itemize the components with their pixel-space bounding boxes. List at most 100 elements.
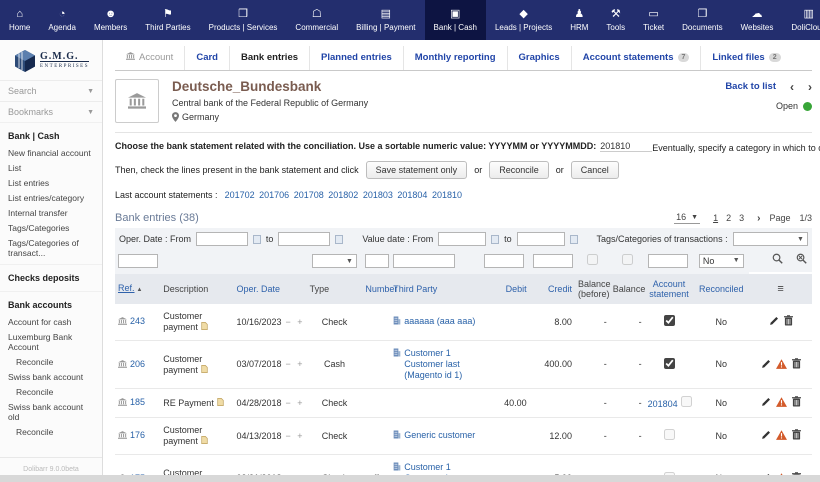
sidebar-item-reconcile[interactable]: Reconcile <box>0 354 102 369</box>
type-filter-select[interactable]: ▼ <box>312 254 357 268</box>
calendar-icon[interactable] <box>491 235 499 244</box>
menu-commercial[interactable]: ☖Commercial <box>286 0 347 40</box>
bill-icon[interactable] <box>201 436 208 446</box>
tab-account[interactable]: Account <box>115 46 184 70</box>
page-link-3[interactable]: 3 <box>739 213 744 223</box>
menu-home[interactable]: ⌂Home <box>0 0 39 40</box>
statement-filter-input[interactable] <box>648 254 688 268</box>
column-select-icon[interactable]: ≡ <box>777 283 783 295</box>
statement-link-201706[interactable]: 201706 <box>259 190 289 200</box>
tab-monthly-reporting[interactable]: Monthly reporting <box>403 46 507 70</box>
ref-link[interactable]: 243 <box>130 316 145 326</box>
sidebar-item-internal-transfer[interactable]: Internal transfer <box>0 205 102 220</box>
statement-checkbox[interactable] <box>664 429 675 440</box>
tab-planned-entries[interactable]: Planned entries <box>309 46 403 70</box>
calendar-icon[interactable] <box>253 235 261 244</box>
date-adjust-links[interactable]: − + <box>286 317 305 327</box>
column-header-account-statement[interactable]: Account statement <box>645 274 694 304</box>
sidebar-item-list-entries-category[interactable]: List entries/category <box>0 190 102 205</box>
clear-filters-icon[interactable] <box>796 253 807 266</box>
sidebar-item-list-entries[interactable]: List entries <box>0 175 102 190</box>
date-adjust-links[interactable]: − + <box>286 398 305 408</box>
bill-icon[interactable] <box>201 322 208 332</box>
statement-link-201810[interactable]: 201810 <box>432 190 462 200</box>
tags-filter-select[interactable]: ▼ <box>733 232 808 246</box>
sidebar-item-new-financial-account[interactable]: New financial account <box>0 145 102 160</box>
menu-members[interactable]: ☻Members <box>85 0 136 40</box>
statement-checkbox[interactable] <box>664 315 675 326</box>
search-icon[interactable] <box>772 253 783 266</box>
column-header-credit[interactable]: Credit <box>530 274 575 304</box>
menu-third-parties[interactable]: ⚑Third Parties <box>136 0 199 40</box>
previous-record-arrow[interactable]: ‹ <box>790 82 794 92</box>
reconciled-filter-select[interactable]: No▼ <box>699 254 744 268</box>
statement-link-201804[interactable]: 201804 <box>397 190 427 200</box>
menu-ticket[interactable]: ▭Ticket <box>634 0 673 40</box>
sidebar-item-luxemburg-bank-account[interactable]: Luxemburg Bank Account <box>0 329 102 354</box>
ref-link[interactable]: 185 <box>130 397 145 407</box>
column-header-ref[interactable]: Ref.▲ <box>115 274 160 304</box>
statement-checkbox[interactable] <box>681 396 692 407</box>
page-link-2[interactable]: 2 <box>726 213 731 223</box>
trash-icon[interactable] <box>784 315 793 329</box>
ref-link[interactable]: 176 <box>130 430 145 440</box>
statement-link-201708[interactable]: 201708 <box>294 190 324 200</box>
save-statement-only-button[interactable]: Save statement only <box>366 161 468 179</box>
menu-bank-cash[interactable]: ▣Bank | Cash <box>425 0 486 40</box>
calendar-icon[interactable] <box>335 235 343 244</box>
third-party-link[interactable]: Generic customer <box>404 430 475 441</box>
cancel-button[interactable]: Cancel <box>571 161 619 179</box>
menu-billing-payment[interactable]: ▤Billing | Payment <box>347 0 424 40</box>
calendar-icon[interactable] <box>570 235 578 244</box>
sidebar-item-reconcile[interactable]: Reconcile <box>0 384 102 399</box>
menu-websites[interactable]: ☁Websites <box>732 0 783 40</box>
oper-date-from-input[interactable] <box>196 232 248 246</box>
credit-filter-input[interactable] <box>533 254 573 268</box>
edit-pencil-icon[interactable] <box>769 316 779 329</box>
edit-pencil-icon[interactable] <box>761 359 771 372</box>
column-header-oper-date[interactable]: Oper. Date <box>233 274 306 304</box>
menu-hrm[interactable]: ♟HRM <box>561 0 597 40</box>
statement-link[interactable]: 201804 <box>648 399 678 409</box>
bill-icon[interactable] <box>201 365 208 375</box>
page-link-1[interactable]: 1 <box>713 213 718 223</box>
sidebar-item-tags-categories-of-transact[interactable]: Tags/Categories of transact... <box>0 235 102 260</box>
tab-bank-entries[interactable]: Bank entries <box>229 46 309 70</box>
statement-link-201803[interactable]: 201803 <box>363 190 393 200</box>
value-date-to-input[interactable] <box>517 232 565 246</box>
next-record-arrow[interactable]: › <box>808 82 812 92</box>
statement-link-201702[interactable]: 201702 <box>225 190 255 200</box>
third-party-link[interactable]: Customer 1 Customer last (Magento id 1) <box>404 348 478 381</box>
statement-number-input[interactable] <box>600 141 652 152</box>
debit-filter-input[interactable] <box>484 254 524 268</box>
column-header-number[interactable]: Number <box>362 274 390 304</box>
tab-graphics[interactable]: Graphics <box>507 46 571 70</box>
bill-icon[interactable] <box>217 398 224 408</box>
value-date-from-input[interactable] <box>438 232 486 246</box>
statement-checkbox[interactable] <box>664 358 675 369</box>
ref-filter-input[interactable] <box>118 254 158 268</box>
balance-filter-checkbox[interactable] <box>622 254 633 265</box>
trash-icon[interactable] <box>792 396 801 410</box>
column-header-reconciled[interactable]: Reconciled <box>693 274 749 304</box>
warning-icon[interactable] <box>776 397 787 410</box>
number-filter-input[interactable] <box>365 254 389 268</box>
third-party-link[interactable]: aaaaaa (aaa aaa) <box>404 316 475 327</box>
warning-icon[interactable] <box>776 430 787 443</box>
date-adjust-links[interactable]: − + <box>286 359 305 369</box>
warning-icon[interactable] <box>776 359 787 372</box>
trash-icon[interactable] <box>792 429 801 443</box>
edit-pencil-icon[interactable] <box>761 430 771 443</box>
page-size-select[interactable]: 16▼ <box>674 212 700 224</box>
back-to-list-link[interactable]: Back to list <box>725 81 776 92</box>
menu-products-services[interactable]: ❒Products | Services <box>200 0 287 40</box>
column-header-debit[interactable]: Debit <box>481 274 530 304</box>
menu-documents[interactable]: ❐Documents <box>673 0 731 40</box>
tab-account-statements[interactable]: Account statements7 <box>571 46 701 70</box>
balance-before-filter-checkbox[interactable] <box>587 254 598 265</box>
edit-pencil-icon[interactable] <box>761 397 771 410</box>
sidebar-item-swiss-bank-account-old[interactable]: Swiss bank account old <box>0 399 102 424</box>
tab-card[interactable]: Card <box>184 46 229 70</box>
oper-date-to-input[interactable] <box>278 232 330 246</box>
third-party-filter-input[interactable] <box>393 254 455 268</box>
